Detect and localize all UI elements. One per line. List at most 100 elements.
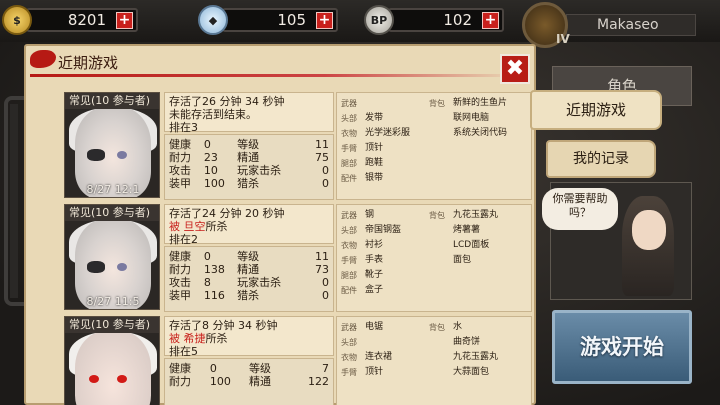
stat-value: 23 bbox=[203, 151, 218, 164]
stat-label: 精通 bbox=[237, 263, 260, 276]
equip-slot-label: 头部 bbox=[341, 114, 357, 123]
start-game-button[interactable]: 游戏开始 bbox=[552, 310, 692, 384]
equip-slot-label: 衣物 bbox=[341, 241, 357, 250]
equip-item: 手表 bbox=[365, 255, 384, 265]
stat-value: 0 bbox=[322, 276, 329, 289]
add-gold-button[interactable]: + bbox=[116, 12, 133, 29]
game-mode-tag: 常见(10 参与者) bbox=[65, 317, 159, 333]
game-record: 常见(10 参与者) 存活了8 分钟 34 秒钟 被 希捷所杀 排在5 健康 0 等… bbox=[64, 316, 532, 405]
equip-slot-label: 手臂 bbox=[341, 144, 357, 153]
stat-value: 75 bbox=[315, 151, 329, 164]
panel-handle-bar bbox=[10, 104, 18, 298]
bp-badge-icon: BP bbox=[364, 5, 394, 35]
gold-value: 8201 bbox=[67, 11, 106, 29]
equipment-list: 武器 头部 发带 衣物 光学迷彩服 手臂 顶针 腿部 跑鞋 配件 银带 背包 新鲜的生鱼片 … bbox=[336, 92, 532, 200]
stat-label: 健康 bbox=[169, 362, 191, 375]
add-bp-button[interactable]: + bbox=[482, 12, 499, 29]
survival-time: 存活了24 分钟 20 秒钟 bbox=[169, 207, 285, 220]
equip-slot-label: 腿部 bbox=[341, 159, 357, 168]
tab-recent-games-label: 近期游戏 bbox=[565, 101, 626, 119]
survival-result: 未能存活到结束。 bbox=[169, 108, 257, 121]
red-eye-icon bbox=[89, 375, 99, 383]
stat-value: 0 bbox=[203, 250, 211, 263]
bag-item: 联网电脑 bbox=[453, 113, 490, 123]
equip-item: 银带 bbox=[365, 173, 384, 183]
equip-item: 电锯 bbox=[365, 322, 384, 332]
stat-value: 8 bbox=[203, 276, 211, 289]
stat-value: 122 bbox=[308, 375, 329, 388]
character-portrait: 常见(10 参与者) 8/27 11:5 bbox=[64, 204, 160, 310]
equip-item: 靴子 bbox=[365, 270, 384, 280]
stat-value: 138 bbox=[203, 263, 225, 276]
tab-my-records[interactable]: 我的记录 bbox=[546, 140, 656, 178]
equip-item: 钢 bbox=[365, 210, 375, 220]
character-portrait: 常见(10 参与者) 8/27 12:1 bbox=[64, 92, 160, 198]
character-portrait: 常见(10 参与者) bbox=[64, 316, 160, 405]
bag-item: 系统关闭代码 bbox=[453, 128, 508, 138]
survival-info: 存活了8 分钟 34 秒钟 被 希捷所杀 排在5 bbox=[164, 316, 334, 358]
stats-table: 健康 0 等级 7 耐力 100 精通 122 bbox=[164, 358, 334, 405]
bag-item: 面包 bbox=[453, 255, 472, 265]
survival-info: 存活了26 分钟 34 秒钟 未能存活到结束。 排在3 bbox=[164, 92, 334, 134]
stat-label: 精通 bbox=[237, 151, 260, 164]
diamond-icon: ◆ bbox=[198, 5, 228, 35]
equip-item: 连衣裙 bbox=[365, 352, 393, 362]
equip-item: 顶针 bbox=[365, 367, 384, 377]
portrait-face bbox=[75, 331, 151, 405]
bp-badge-text: BP bbox=[370, 13, 388, 27]
equip-item: 顶针 bbox=[365, 143, 384, 153]
equip-item: 衬衫 bbox=[365, 240, 384, 250]
bp-resource: BP 102 + bbox=[364, 5, 504, 35]
equip-item: 盒子 bbox=[365, 285, 384, 295]
stat-value: 0 bbox=[322, 177, 329, 190]
bag-label: 背包 bbox=[429, 323, 445, 332]
equip-slot-label: 武器 bbox=[341, 99, 357, 108]
survival-info: 存活了24 分钟 20 秒钟 被 旦空所杀 排在2 bbox=[164, 204, 334, 246]
equip-slot-label: 武器 bbox=[341, 323, 357, 332]
bag-item: 九花玉露丸 bbox=[453, 210, 499, 220]
eye-icon bbox=[117, 263, 127, 271]
close-button[interactable]: ✖ bbox=[500, 54, 530, 84]
equip-slot-label: 手臂 bbox=[341, 256, 357, 265]
killer-name: 被 希捷 bbox=[169, 332, 206, 345]
eyepatch-icon bbox=[87, 261, 105, 273]
stat-label: 等级 bbox=[237, 138, 260, 151]
gold-value-box: 8201 + bbox=[26, 8, 138, 32]
stat-label: 猎杀 bbox=[237, 289, 260, 302]
stat-label: 装甲 bbox=[169, 177, 191, 190]
help-bubble[interactable]: 你需要帮助吗？ bbox=[542, 188, 618, 230]
bag-label: 背包 bbox=[429, 99, 445, 108]
stat-label: 耐力 bbox=[169, 263, 191, 276]
bp-value-box: 102 + bbox=[388, 8, 504, 32]
equip-slot-label: 武器 bbox=[341, 211, 357, 220]
add-gems-button[interactable]: + bbox=[316, 12, 333, 29]
stat-label: 攻击 bbox=[169, 276, 191, 289]
player-level: IV bbox=[556, 32, 570, 46]
stat-label: 玩家击杀 bbox=[237, 276, 282, 289]
bag-item: 大蒜面包 bbox=[453, 367, 490, 377]
stat-value: 10 bbox=[203, 164, 218, 177]
stats-table: 健康 0 等级 11 耐力 23 精通 75 攻击 10 玩家击杀 0 装甲 100 猎杀 0 bbox=[164, 134, 334, 200]
stat-label: 精通 bbox=[248, 375, 271, 388]
equip-slot-label: 衣物 bbox=[341, 129, 357, 138]
bag-item: 曲奇饼 bbox=[453, 337, 481, 347]
stat-value: 0 bbox=[322, 289, 329, 302]
equip-item: 跑鞋 bbox=[365, 158, 384, 168]
gem-resource: ◆ 105 + bbox=[198, 5, 338, 35]
stat-value: 7 bbox=[322, 362, 329, 375]
stat-label: 健康 bbox=[169, 250, 191, 263]
gem-value: 105 bbox=[277, 11, 306, 29]
bag-item: 水 bbox=[453, 322, 463, 332]
rank: 排在2 bbox=[169, 233, 198, 246]
gold-resource: $ 8201 + bbox=[2, 5, 138, 35]
bag-label: 背包 bbox=[429, 211, 445, 220]
killed-suffix: 所杀 bbox=[205, 220, 228, 233]
gold-coins-icon: $ bbox=[2, 5, 32, 35]
stat-value: 0 bbox=[322, 164, 329, 177]
survival-time: 存活了8 分钟 34 秒钟 bbox=[169, 319, 278, 332]
bp-value: 102 bbox=[443, 11, 472, 29]
tab-recent-games[interactable]: 近期游戏 bbox=[530, 90, 662, 130]
game-mode-tag: 常见(10 参与者) bbox=[65, 205, 159, 221]
helper-character-face bbox=[632, 210, 666, 250]
stat-label: 耐力 bbox=[169, 375, 191, 388]
